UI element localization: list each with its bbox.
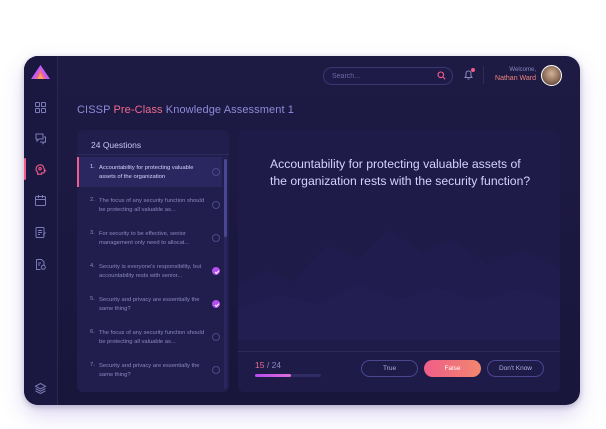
background-illustration — [238, 230, 560, 340]
avatar[interactable] — [541, 65, 562, 86]
search-box[interactable] — [323, 67, 453, 85]
panel-divider — [77, 154, 229, 155]
question-list-panel: 24 Questions 1. Accountability for prote… — [77, 130, 229, 392]
question-count: 24 Questions — [91, 140, 142, 150]
check-icon — [212, 366, 220, 374]
page-title-highlight: Pre-Class — [113, 104, 163, 116]
question-preview: For security to be effective, senior man… — [99, 231, 190, 246]
progress-counter: 15 / 24 — [255, 360, 281, 370]
progress-bar — [255, 374, 321, 377]
question-preview: The focus of any security function shoul… — [99, 330, 205, 345]
question-panel: Accountability for protecting valuable a… — [238, 130, 560, 392]
question-number: 4. — [90, 263, 95, 269]
question-list-item[interactable]: 2. The focus of any security function sh… — [77, 190, 222, 220]
welcome-label: Welcome, — [509, 67, 536, 73]
user-greeting: Welcome, Nathan Ward — [495, 66, 536, 84]
dashboard-icon[interactable] — [34, 101, 47, 114]
question-list-item[interactable]: 7. Security and privacy are essentially … — [77, 355, 222, 385]
question-preview: Accountability for protecting valuable a… — [99, 165, 194, 180]
logo-icon[interactable] — [30, 64, 51, 80]
question-list-item[interactable]: 1. Accountability for protecting valuabl… — [77, 157, 222, 187]
page-title-course: CISSP — [77, 104, 114, 116]
question-list-item[interactable]: 3. For security to be effective, senior … — [77, 223, 222, 253]
question-number: 3. — [90, 230, 95, 236]
question-number: 5. — [90, 296, 95, 302]
false-button[interactable]: False — [424, 360, 481, 377]
dont-know-button[interactable]: Don't Know — [487, 360, 544, 377]
calendar-icon[interactable] — [34, 194, 47, 207]
progress-total: / 24 — [266, 360, 282, 370]
check-icon — [212, 234, 220, 242]
chat-icon[interactable] — [34, 132, 47, 145]
question-preview: Security is everyone's responsibility, b… — [99, 264, 202, 279]
question-number: 2. — [90, 197, 95, 203]
notes-icon[interactable] — [34, 226, 47, 239]
question-number: 1. — [90, 164, 95, 170]
question-text: Accountability for protecting valuable a… — [270, 157, 531, 188]
check-icon — [212, 333, 220, 341]
check-icon — [212, 300, 220, 308]
user-name[interactable]: Nathan Ward — [495, 74, 536, 84]
question-preview: Security and privacy are essentially the… — [99, 363, 200, 378]
sidebar-active-indicator — [24, 158, 26, 180]
check-icon — [212, 201, 220, 209]
report-icon[interactable] — [34, 258, 47, 271]
layers-icon[interactable] — [34, 382, 47, 395]
question-number: 7. — [90, 362, 95, 368]
panel-divider — [238, 351, 560, 352]
true-button[interactable]: True — [361, 360, 418, 377]
question-list-item[interactable]: 5. Security and privacy are essentially … — [77, 289, 222, 319]
progress-current: 15 — [255, 360, 265, 370]
question-number: 6. — [90, 329, 95, 335]
search-icon[interactable] — [437, 71, 446, 80]
page-title: CISSP Pre-Class Knowledge Assessment 1 — [77, 104, 294, 116]
header-divider — [483, 66, 484, 84]
check-icon — [212, 267, 220, 275]
progress-fill — [255, 374, 292, 377]
app-window: Welcome, Nathan Ward CISSP Pre-Class Kno… — [24, 56, 580, 405]
question-preview: Security and privacy are essentially the… — [99, 297, 200, 312]
question-list-item[interactable]: 6. The focus of any security function sh… — [77, 322, 222, 352]
question-list-item[interactable]: 4. Security is everyone's responsibility… — [77, 256, 222, 286]
page-title-rest: Knowledge Assessment 1 — [162, 104, 294, 116]
notification-dot — [471, 68, 475, 72]
scrollbar-thumb[interactable] — [224, 159, 227, 237]
question-preview: The focus of any security function shoul… — [99, 198, 205, 213]
sidebar — [24, 56, 58, 405]
check-icon — [212, 168, 220, 176]
brain-icon[interactable] — [34, 163, 47, 176]
search-input[interactable] — [332, 70, 432, 82]
